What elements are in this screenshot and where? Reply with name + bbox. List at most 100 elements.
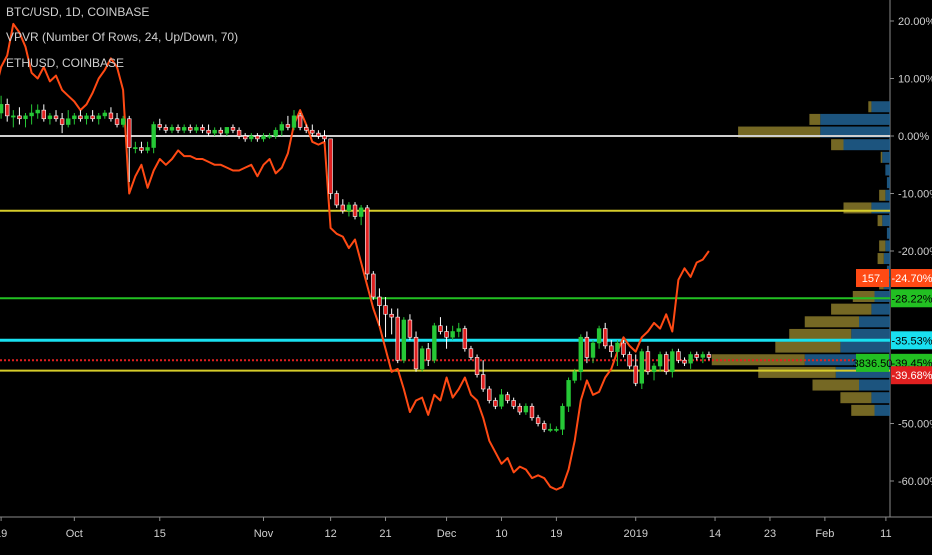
candle-body xyxy=(66,118,71,125)
vp-up-bar xyxy=(882,215,890,227)
chart[interactable]: 20.00%10.00%0.00%-10.00%-20.00%-40.00%-5… xyxy=(0,0,932,550)
candle-body xyxy=(419,348,425,370)
vp-up-bar xyxy=(871,303,890,315)
candle-body xyxy=(584,336,590,358)
candle-body xyxy=(41,109,47,120)
x-tick-label: 23 xyxy=(764,528,776,540)
chart-svg[interactable]: 20.00%10.00%0.00%-10.00%-20.00%-40.00%-5… xyxy=(0,0,932,550)
candle-body xyxy=(175,127,181,131)
price-label: 157. xyxy=(862,273,883,285)
candle-body xyxy=(700,354,706,358)
y-tick-label: -60.00% xyxy=(898,476,932,488)
candle-body xyxy=(352,204,358,217)
grid xyxy=(0,0,932,550)
candle-body xyxy=(407,319,413,338)
candle-body xyxy=(578,336,583,373)
candle-body xyxy=(163,127,169,131)
legend-main[interactable]: BTC/USD, 1D, COINBASE xyxy=(6,5,149,19)
legend-indicator[interactable]: VPVR (Number Of Rows, 24, Up/Down, 70) xyxy=(6,30,238,44)
candle-body xyxy=(401,319,407,361)
candle-body xyxy=(645,351,651,373)
candle-body xyxy=(377,296,382,306)
candle-body xyxy=(438,325,443,332)
x-tick-label: 19 xyxy=(550,528,562,540)
candle-body xyxy=(426,348,431,361)
candle-body xyxy=(358,207,364,217)
candle-body xyxy=(267,135,272,138)
candle-body xyxy=(72,115,77,120)
candle-body xyxy=(456,328,461,332)
candle-body xyxy=(487,388,492,401)
candle-body xyxy=(596,328,602,344)
candle-body xyxy=(23,115,28,120)
candle-body xyxy=(560,405,565,430)
candle-body xyxy=(114,118,120,125)
candle-body xyxy=(5,104,10,117)
candle-body xyxy=(11,115,16,118)
candle-body xyxy=(468,348,474,358)
candle-body xyxy=(29,112,34,117)
candle-body xyxy=(615,342,620,352)
candle-body xyxy=(529,405,535,419)
candle-body xyxy=(230,127,236,131)
candle-body xyxy=(273,129,278,137)
vp-down-bar xyxy=(812,379,859,391)
candle-body xyxy=(383,305,388,315)
price-label: -35.53% xyxy=(892,335,932,347)
candle-body xyxy=(444,331,449,338)
candle-body xyxy=(188,127,193,131)
vp-up-bar xyxy=(882,151,890,163)
candle-body xyxy=(102,112,108,117)
vp-up-bar xyxy=(874,291,890,302)
candle-body xyxy=(590,342,596,358)
y-tick-label: -20.00% xyxy=(898,246,932,258)
candle-body xyxy=(554,428,559,431)
candle-body xyxy=(706,354,712,358)
candle-body xyxy=(682,359,687,364)
candle-body xyxy=(505,394,510,401)
x-tick-label: 15 xyxy=(154,528,166,540)
vp-down-bar xyxy=(831,139,844,151)
candle-body xyxy=(96,115,101,120)
candle-body xyxy=(279,124,284,131)
x-tick-label: 11 xyxy=(880,528,891,540)
x-tick-label: 19 xyxy=(0,528,7,540)
vp-up-bar xyxy=(871,392,890,404)
vp-up-bar xyxy=(840,341,890,353)
candle-body xyxy=(639,351,645,384)
x-tick-label: Feb xyxy=(815,528,834,540)
candle-body xyxy=(169,127,175,131)
vp-up-bar xyxy=(871,202,890,214)
candle-body xyxy=(657,354,663,367)
vp-up-bar xyxy=(871,101,890,113)
vp-up-bar xyxy=(820,113,890,125)
candle-body xyxy=(633,365,638,384)
vp-up-bar xyxy=(885,240,890,252)
candle-body xyxy=(621,342,626,355)
candle-body xyxy=(511,400,516,407)
candle-body xyxy=(365,207,370,275)
candle-body xyxy=(395,316,400,361)
candle-body xyxy=(0,104,4,114)
x-tick-label: Dec xyxy=(437,528,457,540)
candle-body xyxy=(535,417,541,424)
candle-body xyxy=(651,365,657,373)
candle-body xyxy=(310,129,315,134)
candle-body xyxy=(340,204,346,212)
candle-body xyxy=(566,380,571,407)
vp-down-bar xyxy=(804,316,859,328)
vp-up-bar xyxy=(885,189,890,201)
candle-body xyxy=(151,124,156,148)
candle-body xyxy=(548,428,553,431)
x-tick-label: Nov xyxy=(254,528,274,540)
candle-body xyxy=(541,423,547,430)
vp-down-bar xyxy=(868,101,872,113)
candle-body xyxy=(688,354,693,364)
candle-body xyxy=(53,115,59,120)
candle-body xyxy=(499,394,504,407)
candle-body xyxy=(255,135,260,140)
legend-compare[interactable]: ETHUSD, COINBASE xyxy=(6,56,124,70)
price-label: 3836.50 xyxy=(853,358,893,370)
candle-body xyxy=(627,354,632,367)
candle-body xyxy=(297,115,303,128)
